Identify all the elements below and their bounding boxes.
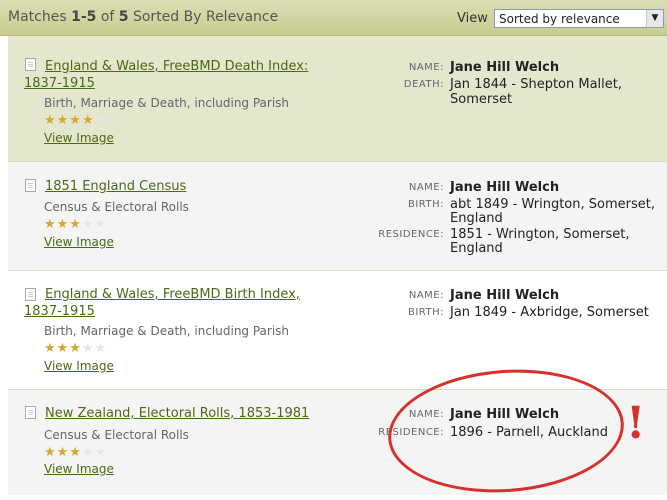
field-label-birth: BIRTH: xyxy=(407,307,444,318)
result-title-link[interactable]: England & Wales, FreeBMD Birth Index, xyxy=(45,286,300,303)
field-value-birth: Jan 1849 - Axbridge, Somerset xyxy=(450,305,649,320)
document-icon xyxy=(25,58,36,71)
result-title-link[interactable]: 1851 England Census xyxy=(45,178,186,195)
match-count: Matches 1-5 of 5 Sorted By Relevance xyxy=(8,9,279,25)
chevron-down-icon[interactable]: ▼ xyxy=(646,10,663,27)
view-image-link[interactable]: View Image xyxy=(44,235,114,249)
document-icon xyxy=(25,288,36,301)
rating-stars: ★★★★★ xyxy=(44,113,108,128)
result-row: England & Wales, FreeBMD Birth Index, 18… xyxy=(8,271,667,390)
field-value-residence-cont: England xyxy=(450,241,503,256)
field-label-name: NAME: xyxy=(408,62,444,73)
result-row: 1851 England Census Census & Electoral R… xyxy=(8,162,667,271)
field-value-birth-cont: England xyxy=(450,211,503,226)
field-value-death-cont: Somerset xyxy=(450,92,513,107)
result-category: Census & Electoral Rolls xyxy=(44,200,189,214)
result-category: Birth, Marriage & Death, including Paris… xyxy=(44,324,290,338)
view-image-link[interactable]: View Image xyxy=(44,359,114,373)
field-label-birth: BIRTH: xyxy=(407,199,444,210)
field-value-name: Jane Hill Welch xyxy=(450,288,560,303)
result-category: Birth, Marriage & Death, including Paris… xyxy=(44,96,290,110)
field-label-residence: RESIDENCE: xyxy=(378,229,444,240)
rating-stars: ★★★★★ xyxy=(44,217,108,232)
document-icon xyxy=(25,406,36,419)
results-header: Matches 1-5 of 5 Sorted By Relevance Vie… xyxy=(0,0,667,36)
result-row: England & Wales, FreeBMD Death Index: 18… xyxy=(8,36,667,162)
result-title-link[interactable]: England & Wales, FreeBMD Death Index: xyxy=(45,58,308,75)
result-title-link-cont[interactable]: 1837-1915 xyxy=(24,75,95,92)
field-label-name: NAME: xyxy=(408,290,444,301)
rating-stars: ★★★★★ xyxy=(44,341,108,356)
result-title-link-cont[interactable]: 1837-1915 xyxy=(24,303,95,320)
field-value-death: Jan 1844 - Shepton Mallet, xyxy=(450,77,623,92)
sort-select[interactable]: Sorted by relevance ▼ xyxy=(494,9,664,28)
result-title-link[interactable]: New Zealand, Electoral Rolls, 1853-1981 xyxy=(45,405,309,422)
sort-select-value: Sorted by relevance xyxy=(499,12,620,26)
result-category: Census & Electoral Rolls xyxy=(44,428,189,442)
exclamation-mark: ! xyxy=(626,398,646,449)
field-label-name: NAME: xyxy=(408,182,444,193)
field-label-death: DEATH: xyxy=(403,79,444,90)
field-value-residence: 1851 - Wrington, Somerset, xyxy=(450,227,630,242)
rating-stars: ★★★★★ xyxy=(44,445,108,460)
view-label: View xyxy=(457,11,488,26)
field-value-name: Jane Hill Welch xyxy=(450,180,560,195)
field-value-birth: abt 1849 - Wrington, Somerset, xyxy=(450,197,655,212)
field-value-name: Jane Hill Welch xyxy=(450,60,560,75)
document-icon xyxy=(25,179,36,192)
view-image-link[interactable]: View Image xyxy=(44,462,114,476)
view-image-link[interactable]: View Image xyxy=(44,131,114,145)
